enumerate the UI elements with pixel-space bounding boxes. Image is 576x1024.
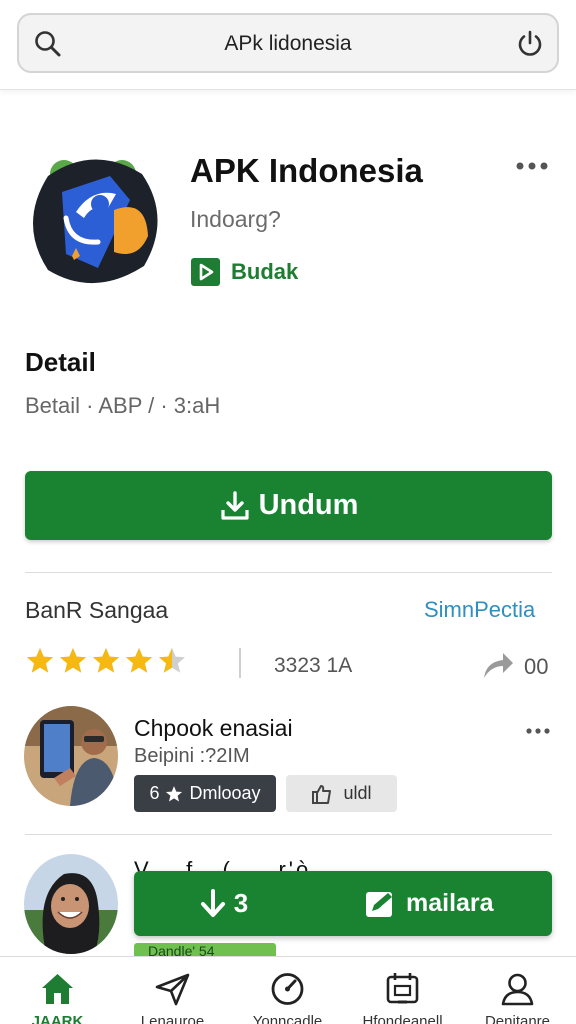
send-icon: [155, 973, 190, 1006]
bottom-navigation: JAARK Lenauroe Yonncadle Hfondeanell Den…: [0, 956, 576, 1024]
more-options-icon[interactable]: [525, 726, 551, 736]
app-logo: [33, 159, 158, 284]
nav-item-label: JAARK: [31, 1013, 84, 1024]
star-icon: [166, 785, 183, 801]
comment-author: Chpook enasiai: [134, 715, 293, 741]
rating-chip-label: Dmlooay: [189, 783, 261, 803]
install-button-label: Undum: [258, 489, 359, 521]
star-icon: [126, 648, 152, 673]
review-count: 3323 1A: [274, 654, 353, 677]
install-button[interactable]: Undum: [25, 471, 552, 540]
detail-heading: Detail: [25, 347, 96, 377]
more-options-icon[interactable]: [514, 158, 550, 174]
floating-action-bar: 3 mailara: [134, 871, 552, 936]
nav-item-send[interactable]: Lenauroe: [115, 957, 230, 1024]
write-review-button[interactable]: mailara: [364, 871, 494, 936]
divider: [239, 648, 241, 678]
app-subtitle: Indoarg?: [190, 206, 281, 232]
nav-item-label: Yonncadle: [252, 1013, 323, 1024]
arrow-down-icon: [200, 888, 225, 917]
gauge-icon: [271, 973, 304, 1005]
reviews-heading: BanR Sangaa: [25, 597, 169, 623]
nav-item-label: Lenauroe: [140, 1013, 205, 1024]
nav-item-calendar[interactable]: Hfondeanell: [345, 957, 460, 1024]
download-icon: [220, 490, 249, 520]
share-count: 00: [524, 654, 549, 679]
download-count-button[interactable]: 3: [134, 871, 314, 936]
calendar-icon: [386, 973, 419, 1004]
person-icon: [501, 973, 534, 1006]
rating-chip[interactable]: 6 Dmlooay: [134, 775, 276, 812]
download-count-label: 3: [233, 888, 249, 918]
avatar: [24, 706, 118, 806]
edit-icon: [366, 891, 392, 917]
reviews-see-all-link[interactable]: SimnPectia: [424, 597, 535, 623]
star-icon: [93, 648, 119, 673]
detail-meta: Betail · ABP / · 3:aH: [25, 393, 221, 418]
thumbs-up-icon: [312, 784, 332, 804]
divider: [25, 572, 552, 573]
avatar: [24, 854, 118, 954]
like-chip[interactable]: uldl: [286, 775, 397, 812]
write-review-label: mailara: [406, 889, 494, 917]
share-icon[interactable]: [481, 650, 515, 680]
play-badge-icon: [191, 258, 220, 286]
app-badge[interactable]: Budak: [190, 257, 298, 287]
reload-icon[interactable]: [515, 29, 545, 59]
nav-item-home[interactable]: JAARK: [0, 957, 115, 1024]
rating-stars: [25, 646, 190, 676]
top-bar: APk lidonesia: [0, 0, 576, 90]
home-icon: [42, 974, 73, 1004]
nav-item-profile[interactable]: Denitanre: [460, 957, 575, 1024]
nav-item-label: Hfondeanell: [362, 1013, 443, 1024]
star-icon: [60, 648, 86, 673]
comment-meta: Beipini :?2IM: [134, 745, 250, 767]
search-query[interactable]: APk lidonesia: [19, 32, 557, 56]
app-badge-label: Budak: [231, 259, 299, 284]
star-icon: [159, 648, 185, 673]
like-chip-label: uldl: [343, 783, 372, 803]
divider: [25, 834, 552, 835]
nav-item-label: Denitanre: [484, 1013, 551, 1024]
rating-chip-prefix: 6: [149, 783, 160, 803]
search-bar[interactable]: APk lidonesia: [17, 13, 559, 73]
star-icon: [27, 648, 53, 673]
app-title: APK Indonesia: [190, 152, 423, 189]
nav-item-gauge[interactable]: Yonncadle: [230, 957, 345, 1024]
